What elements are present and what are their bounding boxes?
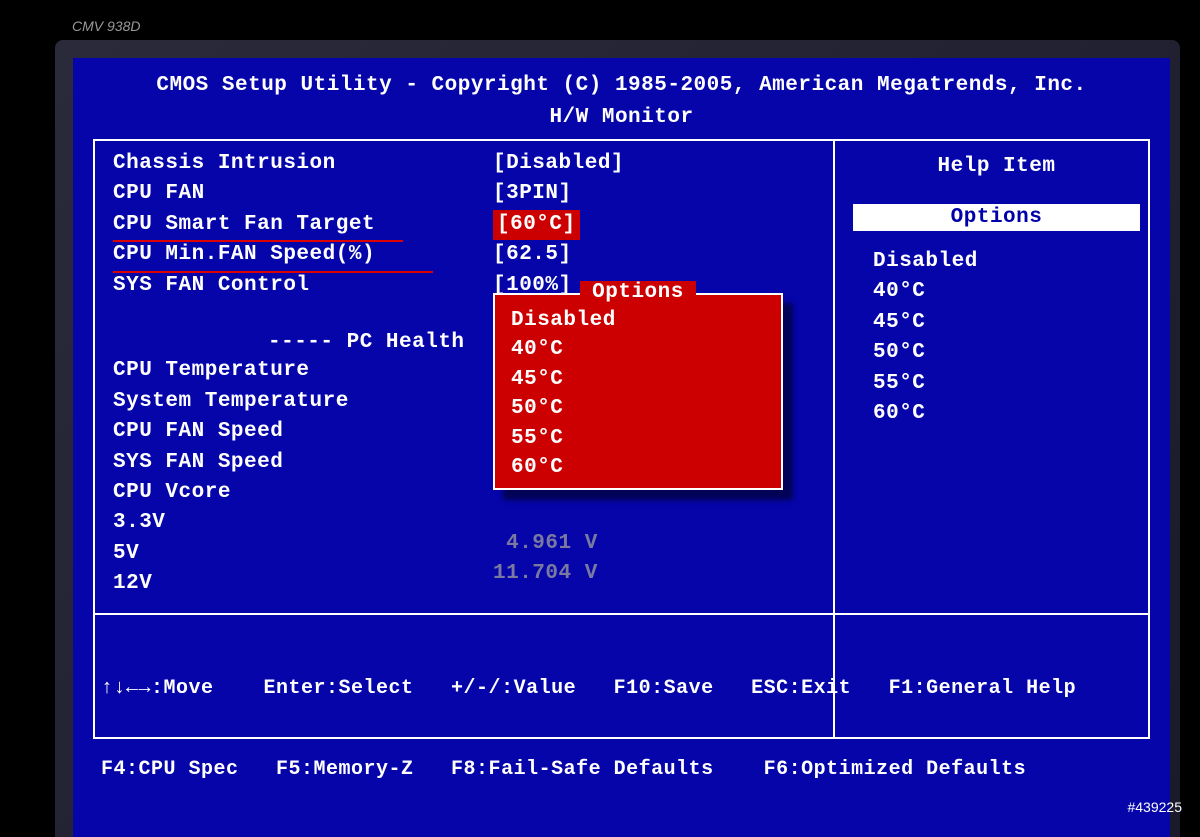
- help-option: 55°C: [873, 369, 1140, 399]
- help-option: 60°C: [873, 399, 1140, 429]
- setting-label: SYS FAN Control: [113, 271, 493, 301]
- pc-health-row: 12V: [113, 569, 823, 599]
- help-option: 40°C: [873, 277, 1140, 307]
- setting-label: CPU Min.FAN Speed(%): [113, 240, 493, 270]
- popup-option[interactable]: 45°C: [511, 365, 765, 394]
- popup-title: Options: [495, 281, 781, 304]
- help-options-label: Options: [853, 204, 1140, 231]
- dim-voltage-values: 4.961 V11.704 V: [493, 529, 598, 590]
- options-popup[interactable]: Options Disabled40°C45°C50°C55°C60°C: [493, 293, 783, 490]
- help-option: 45°C: [873, 308, 1140, 338]
- monitor-bezel: CMOS Setup Utility - Copyright (C) 1985-…: [55, 40, 1180, 837]
- footer-line-2: F4:CPU Spec F5:Memory-Z F8:Fail-Safe Def…: [101, 756, 1150, 783]
- popup-option[interactable]: 55°C: [511, 424, 765, 453]
- setting-row[interactable]: Chassis Intrusion[Disabled]: [113, 149, 823, 179]
- popup-option[interactable]: Disabled: [511, 306, 765, 335]
- setting-value[interactable]: [62.5]: [493, 240, 572, 270]
- popup-option[interactable]: 50°C: [511, 394, 765, 423]
- popup-option[interactable]: 40°C: [511, 335, 765, 364]
- popup-option[interactable]: 60°C: [511, 453, 765, 482]
- setting-label: CPU FAN: [113, 179, 493, 209]
- dim-value: 4.961 V: [493, 529, 598, 559]
- pc-health-row: 3.3V: [113, 508, 823, 538]
- help-panel: Help Item Options Disabled40°C45°C50°C55…: [853, 149, 1140, 430]
- help-title: Help Item: [853, 149, 1140, 204]
- setting-row[interactable]: CPU FAN[3PIN]: [113, 179, 823, 209]
- setting-value[interactable]: [60°C]: [493, 210, 580, 240]
- bios-screen: CMOS Setup Utility - Copyright (C) 1985-…: [73, 58, 1170, 837]
- header-subtitle: H/W Monitor: [73, 102, 1170, 134]
- setting-row[interactable]: CPU Smart Fan Target[60°C]: [113, 210, 823, 240]
- footer-keys: ↑↓←→:Move Enter:Select +/-/:Value F10:Sa…: [93, 613, 1150, 837]
- watermark: #439225: [1127, 799, 1182, 815]
- setting-value[interactable]: [Disabled]: [493, 149, 624, 179]
- setting-label: Chassis Intrusion: [113, 149, 493, 179]
- setting-label: CPU Smart Fan Target: [113, 210, 493, 240]
- footer-line-1: ↑↓←→:Move Enter:Select +/-/:Value F10:Sa…: [101, 675, 1150, 702]
- setting-value[interactable]: [3PIN]: [493, 179, 572, 209]
- setting-row[interactable]: CPU Min.FAN Speed(%)[62.5]: [113, 240, 823, 270]
- help-option: Disabled: [873, 247, 1140, 277]
- dim-value: 11.704 V: [493, 559, 598, 589]
- help-option: 50°C: [873, 338, 1140, 368]
- pc-health-row: 5V: [113, 539, 823, 569]
- header-title: CMOS Setup Utility - Copyright (C) 1985-…: [73, 70, 1170, 102]
- monitor-model-label: CMV 938D: [72, 18, 140, 34]
- header: CMOS Setup Utility - Copyright (C) 1985-…: [73, 66, 1170, 139]
